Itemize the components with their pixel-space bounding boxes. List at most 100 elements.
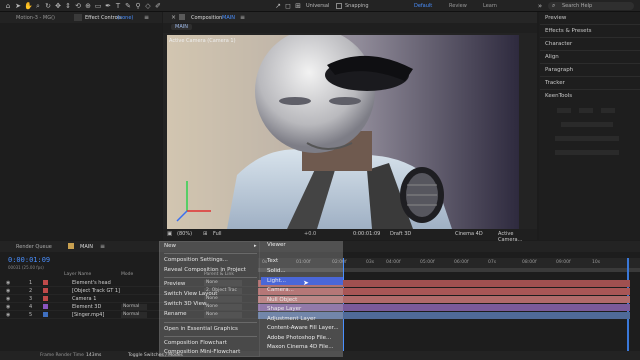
- dolly-tool-icon[interactable]: ⇕: [64, 2, 72, 10]
- panel-effects-presets[interactable]: Effects & Presets: [545, 28, 592, 34]
- resolution-dropdown[interactable]: Full: [213, 231, 222, 237]
- zoom-tool-icon[interactable]: ⌕: [34, 2, 42, 10]
- submenu-item-content-aware-fill[interactable]: Content-Aware Fill Layer...: [267, 325, 339, 331]
- label-color-swatch[interactable]: [43, 296, 48, 301]
- panel-menu-icon[interactable]: ≡: [240, 14, 245, 21]
- search-placeholder: Search Help: [562, 3, 593, 9]
- menu-item-rename[interactable]: Rename: [164, 311, 187, 317]
- keentools-field[interactable]: [561, 122, 613, 127]
- layer-name[interactable]: Element's head: [72, 280, 111, 286]
- renderer-dropdown[interactable]: Cinema 4D: [455, 231, 483, 237]
- tab-project[interactable]: Motion-3 - MG(): [16, 15, 55, 21]
- menu-item-reveal-composition[interactable]: Reveal Composition in Project: [164, 267, 246, 273]
- blend-mode-dropdown[interactable]: Normal: [121, 312, 147, 318]
- tab-main[interactable]: MAIN: [80, 244, 93, 250]
- close-icon[interactable]: ×: [171, 14, 176, 21]
- submenu-item-text[interactable]: Text: [267, 258, 278, 264]
- workspace-learn[interactable]: Learn: [483, 3, 497, 9]
- menu-item-composition-mini-flowchart[interactable]: Composition Mini-Flowchart: [164, 349, 240, 355]
- keentools-field[interactable]: [555, 150, 619, 155]
- keentools-button[interactable]: [601, 108, 615, 113]
- always-preview-icon[interactable]: ▣: [167, 231, 172, 237]
- more-workspaces-icon[interactable]: »: [536, 2, 544, 10]
- submenu-item-light[interactable]: Light...: [267, 278, 286, 284]
- panel-menu-icon[interactable]: ≡: [100, 243, 105, 250]
- rectangle-tool-icon[interactable]: ▭: [94, 2, 102, 10]
- panel-preview[interactable]: Preview: [545, 15, 566, 21]
- workspace-default[interactable]: Default: [414, 3, 432, 9]
- keentools-field[interactable]: [555, 136, 619, 141]
- submenu-item-adjustment-layer[interactable]: Adjustment Layer: [267, 316, 316, 322]
- label-color-swatch[interactable]: [43, 312, 48, 317]
- menu-item-open-essential-graphics[interactable]: Open in Essential Graphics: [164, 326, 238, 332]
- orbit-tool-icon[interactable]: ↻: [44, 2, 52, 10]
- view-axis-icon[interactable]: ⊞: [294, 2, 302, 10]
- draft-3d-toggle[interactable]: Draft 3D: [390, 231, 411, 237]
- exposure-value[interactable]: +0.0: [304, 231, 316, 237]
- keentools-button[interactable]: [579, 108, 593, 113]
- blend-mode-dropdown[interactable]: Normal: [121, 304, 147, 310]
- zoom-dropdown[interactable]: (80%): [177, 231, 192, 237]
- visibility-eye-icon[interactable]: ◉: [6, 280, 12, 286]
- column-layer-name[interactable]: Layer Name: [64, 272, 91, 277]
- snapping-checkbox[interactable]: [336, 3, 342, 9]
- rotate-tool-icon[interactable]: ⟲: [74, 2, 82, 10]
- panel-paragraph[interactable]: Paragraph: [545, 67, 573, 73]
- layer-name[interactable]: [Object Track GT 1]: [72, 288, 120, 294]
- clone-stamp-tool-icon[interactable]: ⚲: [134, 2, 142, 10]
- menu-item-switch-3d-view[interactable]: Switch 3D View: [164, 301, 206, 307]
- keentools-button[interactable]: [557, 108, 571, 113]
- submenu-item-null-object[interactable]: Null Object: [267, 297, 297, 303]
- tab-composition[interactable]: Composition: [191, 15, 222, 21]
- axis-icon[interactable]: ↗: [274, 2, 282, 10]
- menu-item-preview[interactable]: Preview: [164, 281, 185, 287]
- roto-brush-tool-icon[interactable]: ✐: [154, 2, 162, 10]
- menu-item-composition-flowchart[interactable]: Composition Flowchart: [164, 340, 227, 346]
- label-color-swatch[interactable]: [43, 280, 48, 285]
- label-color-swatch[interactable]: [43, 304, 48, 309]
- menu-item-new[interactable]: New: [164, 243, 176, 249]
- submenu-item-solid[interactable]: Solid...: [267, 268, 286, 274]
- pen-tool-icon[interactable]: ✒: [104, 2, 112, 10]
- layer-name[interactable]: Element 3D: [72, 304, 101, 310]
- label-color-swatch[interactable]: [43, 288, 48, 293]
- grid-icon[interactable]: ⊞: [203, 231, 208, 237]
- visibility-eye-icon[interactable]: ◉: [6, 288, 12, 294]
- submenu-item-viewer[interactable]: Viewer: [267, 242, 286, 248]
- composition-viewer[interactable]: Active Camera (Camera 1): [167, 35, 519, 229]
- panel-character[interactable]: Character: [545, 41, 572, 47]
- layer-name[interactable]: Camera 1: [72, 296, 96, 302]
- breadcrumb[interactable]: MAIN: [171, 24, 192, 30]
- visibility-eye-icon[interactable]: ◉: [6, 296, 12, 302]
- current-time[interactable]: 0:00:01:09: [8, 256, 50, 264]
- submenu-item-photoshop-file[interactable]: Adobe Photoshop File...: [267, 335, 331, 341]
- submenu-item-cinema-4d-file[interactable]: Maxon Cinema 4D File...: [267, 344, 333, 350]
- universal-label[interactable]: Universal: [306, 3, 329, 9]
- brush-tool-icon[interactable]: ✎: [124, 2, 132, 10]
- selection-tool-icon[interactable]: ➤: [14, 2, 22, 10]
- menu-item-switch-view-layout[interactable]: Switch View Layout: [164, 291, 217, 297]
- panel-menu-icon[interactable]: ≡: [144, 14, 149, 21]
- submenu-item-camera[interactable]: Camera...: [267, 287, 294, 293]
- world-axis-icon[interactable]: ◻: [284, 2, 292, 10]
- layer-name[interactable]: [Singer.mp4]: [72, 312, 104, 318]
- workspace-review[interactable]: Review: [449, 3, 467, 9]
- pan-tool-icon[interactable]: ✥: [54, 2, 62, 10]
- submenu-item-shape-layer[interactable]: Shape Layer: [267, 306, 301, 312]
- panel-keentools[interactable]: KeenTools: [545, 93, 572, 99]
- search-help-field[interactable]: ⌕ Search Help: [548, 2, 634, 10]
- type-tool-icon[interactable]: T: [114, 2, 122, 10]
- eraser-tool-icon[interactable]: ◇: [144, 2, 152, 10]
- home-icon[interactable]: ⌂: [4, 2, 12, 10]
- tab-render-queue[interactable]: Render Queue: [16, 244, 52, 250]
- menu-item-composition-settings[interactable]: Composition Settings...: [164, 257, 228, 263]
- pan-behind-tool-icon[interactable]: ⊕: [84, 2, 92, 10]
- visibility-eye-icon[interactable]: ◉: [6, 304, 12, 310]
- panel-tracker[interactable]: Tracker: [545, 80, 565, 86]
- visibility-eye-icon[interactable]: ◉: [6, 312, 12, 318]
- panel-align[interactable]: Align: [545, 54, 559, 60]
- snapping-label[interactable]: Snapping: [345, 3, 369, 9]
- column-mode[interactable]: Mode: [121, 272, 133, 277]
- hand-tool-icon[interactable]: ✋: [24, 2, 33, 10]
- viewer-timecode[interactable]: 0:00:01:09: [353, 231, 380, 237]
